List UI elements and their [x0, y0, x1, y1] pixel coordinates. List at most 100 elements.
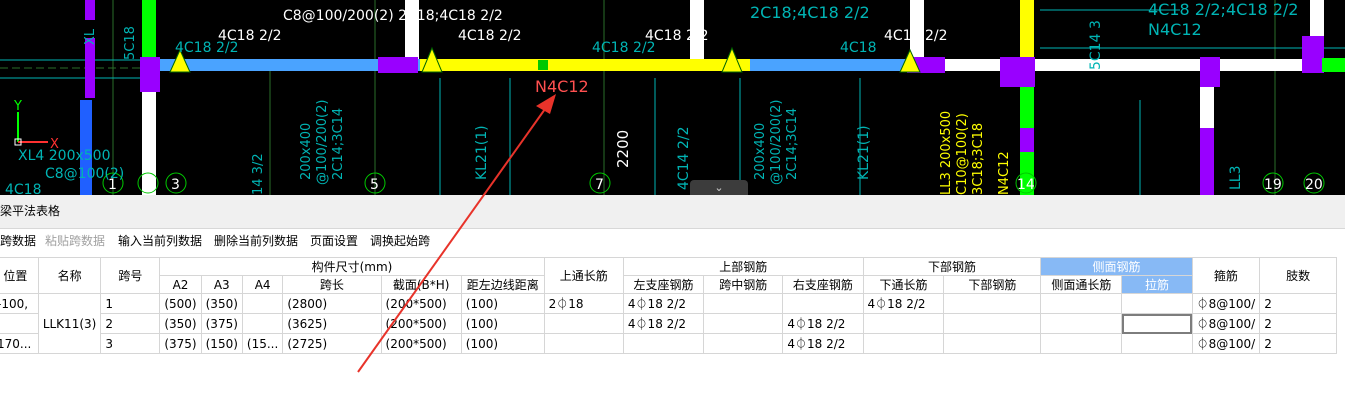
edge-dist-cell[interactable]: (100)	[460, 333, 545, 354]
stirrup-cell[interactable]: ⏀8@100/	[1191, 333, 1261, 354]
legs-cell[interactable]: 2	[1259, 313, 1337, 334]
a3-cell[interactable]: (375)	[200, 313, 243, 334]
side-through-cell[interactable]	[1040, 333, 1123, 354]
column-green-top[interactable]	[142, 0, 156, 59]
header-span-no[interactable]: 跨号	[100, 257, 161, 294]
a3-cell[interactable]: (350)	[200, 293, 243, 314]
edge-dist-cell[interactable]: (100)	[460, 293, 545, 314]
a2-cell[interactable]: (350)	[159, 313, 202, 334]
a4-cell[interactable]	[241, 313, 284, 334]
header-dims[interactable]: 构件尺寸(mm)	[159, 257, 545, 276]
a3-cell[interactable]: (150)	[200, 333, 243, 354]
header-legs[interactable]: 肢数	[1259, 257, 1337, 294]
tie-bar-cell-selected[interactable]	[1121, 313, 1193, 334]
top-through-cell[interactable]	[543, 313, 624, 334]
span-len-cell[interactable]: (2800)	[282, 293, 382, 314]
table-row: -100, LLK11(3) 1 (500) (350) (2800) (200…	[0, 293, 1337, 354]
section-cell[interactable]: (200*500)	[380, 333, 462, 354]
header-edge-dist[interactable]: 距左边线距离	[460, 275, 545, 294]
stirrup-cell[interactable]: ⏀8@100/	[1191, 293, 1261, 314]
bottom-bars-cell[interactable]	[943, 293, 1042, 314]
swap-start-span-button[interactable]: 调换起始跨	[370, 232, 430, 249]
stirrup-cell[interactable]: ⏀8@100/	[1191, 313, 1261, 334]
header-a3[interactable]: A3	[200, 275, 243, 294]
left-support-cell[interactable]: 4⏀18 2/2	[622, 293, 705, 314]
bottom-bars-cell[interactable]	[943, 333, 1042, 354]
axis-label-1: 1	[108, 177, 117, 193]
span-len-cell[interactable]: (3625)	[282, 313, 382, 334]
header-side-through[interactable]: 侧面通长筋	[1040, 275, 1123, 294]
a4-cell[interactable]: (15...	[241, 333, 284, 354]
ucs-y-label: Y	[13, 99, 22, 114]
bottom-through-cell[interactable]: 4⏀18 2/2	[862, 293, 945, 314]
header-span-len[interactable]: 跨长	[282, 275, 382, 294]
cad-mid-4c18: 4C18 2/2	[592, 40, 655, 56]
header-side-rebar[interactable]: 侧面钢筋	[1040, 257, 1193, 276]
section-cell[interactable]: (200*500)	[380, 313, 462, 334]
cad-ll3-1: LL3 200x500	[939, 111, 954, 195]
legs-cell[interactable]: 2	[1259, 333, 1337, 354]
header-bottom-rebar[interactable]: 下部钢筋	[862, 257, 1042, 276]
right-support-cell[interactable]: 4⏀18 2/2	[782, 313, 864, 334]
side-through-cell[interactable]	[1040, 313, 1123, 334]
section-cell[interactable]: (200*500)	[380, 293, 462, 314]
cad-small-4c18: 4C18	[840, 40, 877, 56]
header-a4[interactable]: A4	[241, 275, 284, 294]
header-a2[interactable]: A2	[159, 275, 202, 294]
span-len-cell[interactable]: (2725)	[282, 333, 382, 354]
position-cell-1[interactable]: -100,	[0, 293, 39, 314]
beam-blue-right[interactable]	[750, 59, 910, 71]
span-cell[interactable]: 3	[100, 333, 161, 354]
bottom-through-cell[interactable]	[862, 333, 945, 354]
span-cell[interactable]: 2	[100, 313, 161, 334]
beam-yellow[interactable]	[420, 59, 750, 71]
a2-cell[interactable]: (500)	[159, 293, 202, 314]
mid-span-cell[interactable]	[703, 313, 784, 334]
bottom-bars-cell[interactable]	[943, 313, 1042, 334]
collapse-panel-handle[interactable]: ⌄	[690, 180, 748, 195]
right-support-cell[interactable]: 4⏀18 2/2	[782, 333, 864, 354]
cad-4c14: 4C14 2/2	[676, 127, 692, 190]
header-position[interactable]: 位置	[0, 257, 39, 294]
right-support-cell[interactable]	[782, 293, 864, 314]
beam-name-cell[interactable]: LLK11(3)	[37, 293, 102, 354]
header-top-through[interactable]: 上通长筋	[543, 257, 624, 294]
header-section[interactable]: 截面(B*H)	[380, 275, 462, 294]
header-bottom-bars[interactable]: 下部钢筋	[943, 275, 1042, 294]
mid-span-cell[interactable]	[703, 293, 784, 314]
cad-left-xl: XL	[83, 28, 98, 45]
span-cell[interactable]: 1	[100, 293, 161, 314]
a2-cell[interactable]: (375)	[159, 333, 202, 354]
cad-drawing-canvas[interactable]: C8@100/200(2) 2C18;4C18 2/2 4C18 2/2 4C1…	[0, 0, 1345, 195]
legs-cell[interactable]: 2	[1259, 293, 1337, 314]
tie-bar-cell[interactable]	[1121, 293, 1193, 314]
side-through-cell[interactable]	[1040, 293, 1123, 314]
position-cell-3[interactable]: 170...	[0, 333, 39, 354]
header-left-support[interactable]: 左支座钢筋	[622, 275, 705, 294]
left-support-cell[interactable]	[622, 333, 705, 354]
beam-white-far[interactable]	[1035, 59, 1205, 71]
header-bottom-through[interactable]: 下通长筋	[862, 275, 945, 294]
column-yellow-top[interactable]	[1020, 0, 1034, 59]
header-mid-span[interactable]: 跨中钢筋	[703, 275, 784, 294]
header-top-rebar[interactable]: 上部钢筋	[622, 257, 864, 276]
delete-column-data-button[interactable]: 删除当前列数据	[214, 232, 298, 249]
position-cell-2[interactable]	[0, 313, 39, 334]
paste-span-data-button[interactable]: 粘贴跨数据	[45, 232, 105, 249]
bottom-through-cell[interactable]	[862, 313, 945, 334]
top-through-cell[interactable]	[543, 333, 624, 354]
span-data-button[interactable]: 跨数据	[0, 232, 36, 249]
left-support-cell[interactable]: 4⏀18 2/2	[622, 313, 705, 334]
header-tie-bar[interactable]: 拉筋	[1121, 275, 1193, 294]
header-name[interactable]: 名称	[37, 257, 102, 294]
top-through-cell[interactable]: 2⏀18	[543, 293, 624, 314]
table-row: 170... 3 (375) (150) (15... (2725) (200*…	[0, 333, 1337, 354]
mid-span-cell[interactable]	[703, 333, 784, 354]
header-stirrup[interactable]: 箍筋	[1191, 257, 1261, 294]
tie-bar-cell[interactable]	[1121, 333, 1193, 354]
edge-dist-cell[interactable]: (100)	[460, 313, 545, 334]
header-right-support[interactable]: 右支座钢筋	[782, 275, 864, 294]
input-column-data-button[interactable]: 输入当前列数据	[118, 232, 202, 249]
page-setup-button[interactable]: 页面设置	[310, 232, 358, 249]
a4-cell[interactable]	[241, 293, 284, 314]
